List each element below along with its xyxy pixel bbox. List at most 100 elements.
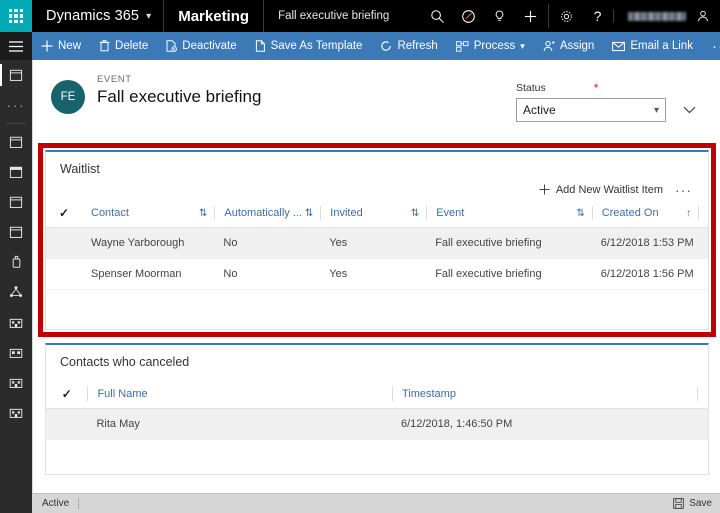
new-button[interactable]: New bbox=[32, 32, 90, 60]
save-as-template-button[interactable]: Save As Template bbox=[246, 32, 372, 60]
save-as-template-label: Save As Template bbox=[270, 40, 363, 52]
assistant-icon[interactable] bbox=[453, 0, 484, 32]
table-row[interactable]: Rita May 6/12/2018, 1:46:50 PM bbox=[46, 408, 708, 440]
divider bbox=[78, 498, 80, 509]
record-title-group: EVENT Fall executive briefing bbox=[97, 74, 261, 107]
sidebar-item-speakers[interactable] bbox=[0, 247, 32, 277]
command-overflow-label: ··· bbox=[711, 37, 720, 55]
sidebar-item-venues-2[interactable] bbox=[0, 337, 32, 367]
search-icon[interactable] bbox=[422, 0, 453, 32]
idea-icon[interactable] bbox=[484, 0, 515, 32]
save-button[interactable]: Save bbox=[673, 498, 712, 509]
refresh-button[interactable]: Refresh bbox=[371, 32, 446, 60]
chevron-down-icon: ▾ bbox=[146, 10, 152, 22]
command-bar: New Delete Deactivate Save As Template R bbox=[0, 32, 720, 60]
refresh-button-label: Refresh bbox=[397, 40, 438, 52]
breadcrumb: Fall executive briefing bbox=[264, 0, 403, 32]
delete-button-label: Delete bbox=[115, 40, 149, 52]
sidebar-rail: ··· bbox=[0, 60, 32, 493]
sidebar-item-sessions[interactable] bbox=[0, 277, 32, 307]
command-overflow-button[interactable]: ··· bbox=[702, 32, 720, 60]
dynamics-365-window: Dynamics 365 ▾ Marketing Fall executive … bbox=[0, 0, 720, 513]
chevron-down-icon bbox=[683, 106, 695, 114]
canceled-title: Contacts who canceled bbox=[60, 355, 190, 369]
refresh-icon bbox=[380, 40, 392, 52]
chevron-down-icon: ▾ bbox=[653, 104, 659, 116]
app-name-label: Marketing bbox=[178, 7, 250, 25]
save-button-label: Save bbox=[689, 498, 712, 509]
site-map-toggle-icon[interactable] bbox=[0, 32, 32, 60]
cell-full-name-label: Rita May bbox=[96, 418, 140, 430]
divider bbox=[548, 4, 549, 28]
process-icon bbox=[455, 40, 469, 52]
building-icon bbox=[9, 348, 23, 358]
help-icon[interactable]: ? bbox=[582, 0, 613, 32]
assign-user-icon bbox=[543, 40, 555, 52]
sidebar-rail-footer bbox=[0, 493, 32, 513]
calendar-icon bbox=[9, 166, 23, 178]
building-icon bbox=[9, 318, 23, 328]
status-value: Active bbox=[523, 103, 556, 117]
new-button-label: New bbox=[58, 40, 82, 52]
record-header: FE EVENT Fall executive briefing Status … bbox=[33, 60, 720, 124]
topbar-icon-group: ? bbox=[422, 0, 720, 32]
brand-label: Dynamics 365 bbox=[46, 8, 140, 24]
app-launcher-icon[interactable] bbox=[0, 0, 32, 32]
status-field: Status * Active ▾ bbox=[516, 82, 666, 122]
sidebar-item-events-2[interactable] bbox=[0, 157, 32, 187]
breadcrumb-label: Fall executive briefing bbox=[278, 10, 390, 22]
settings-icon[interactable] bbox=[551, 0, 582, 32]
contacts-who-canceled-section: Contacts who canceled ✓ Full Name Timest… bbox=[45, 343, 709, 475]
avatar-icon bbox=[698, 10, 708, 22]
avatar-initials: FE bbox=[60, 91, 76, 103]
sidebar-item-recent[interactable] bbox=[0, 60, 32, 90]
canceled-header-row: ✓ Full Name Timestamp bbox=[46, 381, 708, 409]
status-select[interactable]: Active ▾ bbox=[516, 98, 666, 122]
template-icon bbox=[255, 40, 266, 52]
canceled-grid: ✓ Full Name Timestamp Rita May 6/12/2018… bbox=[46, 381, 708, 440]
record-form: FE EVENT Fall executive briefing Status … bbox=[32, 60, 720, 493]
plus-icon bbox=[41, 40, 53, 52]
sidebar-item-events-4[interactable] bbox=[0, 217, 32, 247]
entity-type-label: EVENT bbox=[97, 74, 132, 85]
row-checkbox[interactable] bbox=[46, 408, 88, 440]
sidebar-item-venues-1[interactable] bbox=[0, 307, 32, 337]
assign-button[interactable]: Assign bbox=[534, 32, 604, 60]
header-expand-toggle[interactable] bbox=[674, 96, 704, 124]
sidebar-item-events-3[interactable] bbox=[0, 187, 32, 217]
save-icon bbox=[673, 498, 685, 509]
sidebar-item-venues-3[interactable] bbox=[0, 367, 32, 397]
select-all-checkbox[interactable]: ✓ bbox=[46, 381, 88, 409]
check-icon: ✓ bbox=[61, 387, 72, 401]
brand-dynamics-365[interactable]: Dynamics 365 ▾ bbox=[32, 0, 165, 32]
status-label: Status bbox=[516, 82, 546, 94]
cell-full-name[interactable]: Rita May bbox=[87, 408, 392, 440]
sidebar-item-venues-4[interactable] bbox=[0, 397, 32, 427]
building-icon bbox=[9, 408, 23, 418]
required-marker: * bbox=[593, 81, 599, 95]
deactivate-button-label: Deactivate bbox=[182, 40, 237, 52]
record-state-label: Active bbox=[42, 498, 70, 509]
sidebar-item-events-1[interactable] bbox=[0, 127, 32, 157]
column-header-full-name[interactable]: Full Name bbox=[87, 381, 392, 409]
cell-spacer bbox=[696, 408, 708, 440]
status-label-row: Status * bbox=[516, 82, 666, 94]
deactivate-icon bbox=[166, 40, 178, 52]
delete-button[interactable]: Delete bbox=[90, 32, 157, 60]
quick-create-icon[interactable] bbox=[515, 0, 546, 32]
network-icon bbox=[9, 286, 23, 297]
deactivate-button[interactable]: Deactivate bbox=[157, 32, 245, 60]
process-button[interactable]: Process ▾ bbox=[447, 32, 534, 60]
calendar-icon bbox=[9, 196, 23, 208]
user-account[interactable] bbox=[613, 9, 720, 23]
column-header-timestamp[interactable]: Timestamp bbox=[391, 381, 697, 409]
email-a-link-button[interactable]: Email a Link bbox=[603, 32, 702, 60]
user-name-redacted bbox=[628, 11, 686, 21]
process-button-label: Process bbox=[473, 40, 516, 52]
grid-scroll-column bbox=[696, 381, 708, 409]
column-header-timestamp-label: Timestamp bbox=[401, 388, 456, 400]
app-name-marketing[interactable]: Marketing bbox=[164, 0, 265, 32]
chevron-down-icon: ▾ bbox=[520, 40, 525, 51]
sidebar-item-more[interactable]: ··· bbox=[0, 90, 32, 120]
